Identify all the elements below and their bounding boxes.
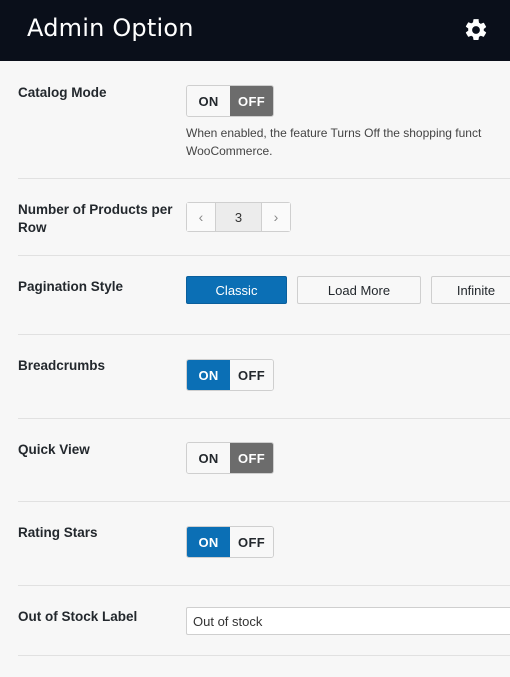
catalog-mode-on-option[interactable]: ON (187, 86, 230, 116)
catalog-mode-description: When enabled, the feature Turns Off the … (186, 124, 510, 160)
setting-row-breadcrumbs: Breadcrumbs ON OFF (18, 335, 510, 419)
rating-stars-on-option[interactable]: ON (187, 527, 230, 557)
quick-view-label: Quick View (18, 442, 90, 457)
products-per-row-value[interactable]: 3 (215, 203, 262, 231)
products-per-row-label-line2: Row (18, 220, 47, 235)
products-per-row-label: Number of Products per Row (18, 201, 178, 237)
products-per-row-label-line1: Number of Products per (18, 202, 173, 217)
breadcrumbs-toggle[interactable]: ON OFF (186, 359, 274, 391)
quick-view-off-option[interactable]: OFF (230, 443, 273, 473)
gear-icon[interactable] (463, 17, 489, 43)
chevron-left-icon[interactable]: ‹ (187, 203, 215, 231)
setting-row-products-per-row: Number of Products per Row ‹ 3 › (18, 179, 510, 256)
rating-stars-off-option[interactable]: OFF (230, 527, 273, 557)
breadcrumbs-off-option[interactable]: OFF (230, 360, 273, 390)
setting-row-rating-stars: Rating Stars ON OFF (18, 502, 510, 586)
pagination-load-more-button[interactable]: Load More (297, 276, 421, 304)
header-bar: Admin Option (0, 0, 510, 61)
pagination-infinite-button[interactable]: Infinite (431, 276, 510, 304)
setting-row-pagination-style: Pagination Style Classic Load More Infin… (18, 256, 510, 335)
quick-view-toggle[interactable]: ON OFF (186, 442, 274, 474)
catalog-mode-off-option[interactable]: OFF (230, 86, 273, 116)
chevron-right-icon[interactable]: › (262, 203, 290, 231)
page-title: Admin Option (27, 14, 194, 42)
out-of-stock-input[interactable] (186, 607, 510, 635)
catalog-mode-toggle[interactable]: ON OFF (186, 85, 274, 117)
catalog-mode-description-line1: When enabled, the feature Turns Off the … (186, 126, 482, 140)
quick-view-on-option[interactable]: ON (187, 443, 230, 473)
catalog-mode-label: Catalog Mode (18, 85, 107, 100)
setting-row-quick-view: Quick View ON OFF (18, 419, 510, 502)
rating-stars-label: Rating Stars (18, 525, 98, 540)
pagination-style-label: Pagination Style (18, 279, 124, 294)
setting-row-catalog-mode: Catalog Mode ON OFF When enabled, the fe… (18, 61, 510, 179)
pagination-classic-button[interactable]: Classic (186, 276, 287, 304)
out-of-stock-label: Out of Stock Label (18, 609, 138, 624)
breadcrumbs-on-option[interactable]: ON (187, 360, 230, 390)
products-per-row-stepper[interactable]: ‹ 3 › (186, 202, 291, 232)
rating-stars-toggle[interactable]: ON OFF (186, 526, 274, 558)
settings-panel: Catalog Mode ON OFF When enabled, the fe… (0, 61, 510, 677)
breadcrumbs-label: Breadcrumbs (18, 358, 106, 373)
catalog-mode-description-line2: WooCommerce. (186, 144, 273, 158)
setting-row-out-of-stock: Out of Stock Label (18, 586, 510, 656)
